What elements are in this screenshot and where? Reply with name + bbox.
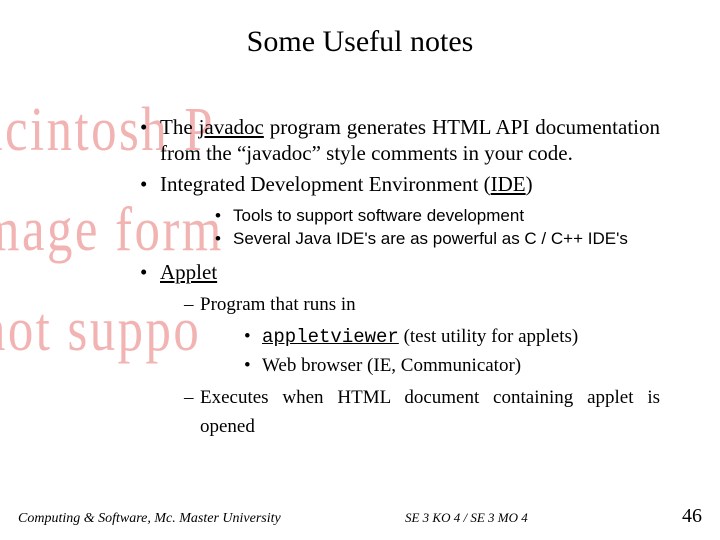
sub-bullet: Several Java IDE's are as powerful as C … (215, 228, 660, 251)
slide-content: Some Useful notes The javadoc program ge… (0, 0, 720, 441)
sub-sub-bullet: appletviewer (test utility for applets) (244, 323, 660, 352)
slide-title: Some Useful notes (60, 25, 660, 59)
sub-sub-bullet: Web browser (IE, Communicator) (244, 352, 660, 381)
sub-sub-list: appletviewer (test utility for applets) … (244, 323, 660, 380)
sub-dash-item: Executes when HTML document containing a… (184, 384, 660, 441)
text-mono-underlined: appletviewer (262, 326, 399, 348)
text: ) (526, 172, 533, 196)
footer-course-code: SE 3 KO 4 / SE 3 MO 4 (251, 510, 682, 526)
text: Integrated Development Environment ( (160, 172, 491, 196)
slide-footer: Computing & Software, Mc. Master Univers… (0, 505, 720, 528)
text-underlined: IDE (491, 172, 526, 196)
text-underlined: Applet (160, 260, 217, 284)
text: The (160, 115, 199, 139)
sub-dash-list: Program that runs in appletviewer (test … (184, 291, 660, 442)
sub-list: Tools to support software development Se… (215, 205, 660, 251)
bullet-javadoc: The javadoc program generates HTML API d… (140, 114, 660, 167)
footer-affiliation: Computing & Software, Mc. Master Univers… (18, 511, 281, 527)
footer-page-number: 46 (682, 505, 702, 528)
text-underlined: javadoc (199, 115, 264, 139)
sub-bullet: Tools to support software development (215, 205, 660, 228)
text: Program that runs in (200, 294, 356, 315)
bullet-ide: Integrated Development Environment (IDE)… (140, 171, 660, 251)
sub-dash-item: Program that runs in appletviewer (test … (184, 291, 660, 381)
text: (test utility for applets) (399, 326, 578, 347)
bullet-applet: Applet Program that runs in appletviewer… (140, 259, 660, 442)
bullet-list: The javadoc program generates HTML API d… (140, 114, 660, 441)
